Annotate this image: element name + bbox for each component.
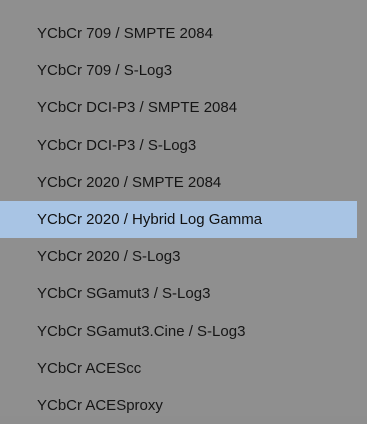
menu-item-ycbcr-2020-smpte-2084[interactable]: YCbCr 2020 / SMPTE 2084 — [0, 164, 357, 201]
menu-item-ycbcr-sgamut3-cine-s-log3[interactable]: YCbCr SGamut3.Cine / S-Log3 — [0, 313, 357, 350]
menu-item-ycbcr-sgamut3-s-log3[interactable]: YCbCr SGamut3 / S-Log3 — [0, 275, 357, 312]
menu-item-ycbcr-2020-s-log3[interactable]: YCbCr 2020 / S-Log3 — [0, 238, 357, 275]
menu-item-ycbcr-2020-hybrid-log-gamma[interactable]: YCbCr 2020 / Hybrid Log Gamma — [0, 200, 357, 239]
menu-item-ycbcr-acescc[interactable]: YCbCr ACEScc — [0, 350, 357, 387]
menu-item-ycbcr-dci-p3-s-log3[interactable]: YCbCr DCI-P3 / S-Log3 — [0, 127, 357, 164]
menu-item-ycbcr-709-s-log3[interactable]: YCbCr 709 / S-Log3 — [0, 52, 357, 89]
color-space-dropdown-menu: YCbCr 709 / SMPTE 2084 YCbCr 709 / S-Log… — [0, 0, 367, 416]
menu-item-ycbcr-dci-p3-smpte-2084[interactable]: YCbCr DCI-P3 / SMPTE 2084 — [0, 89, 357, 126]
menu-item-ycbcr-acesproxy[interactable]: YCbCr ACESproxy — [0, 387, 357, 424]
menu-item-ycbcr-709-smpte-2084[interactable]: YCbCr 709 / SMPTE 2084 — [0, 15, 357, 52]
